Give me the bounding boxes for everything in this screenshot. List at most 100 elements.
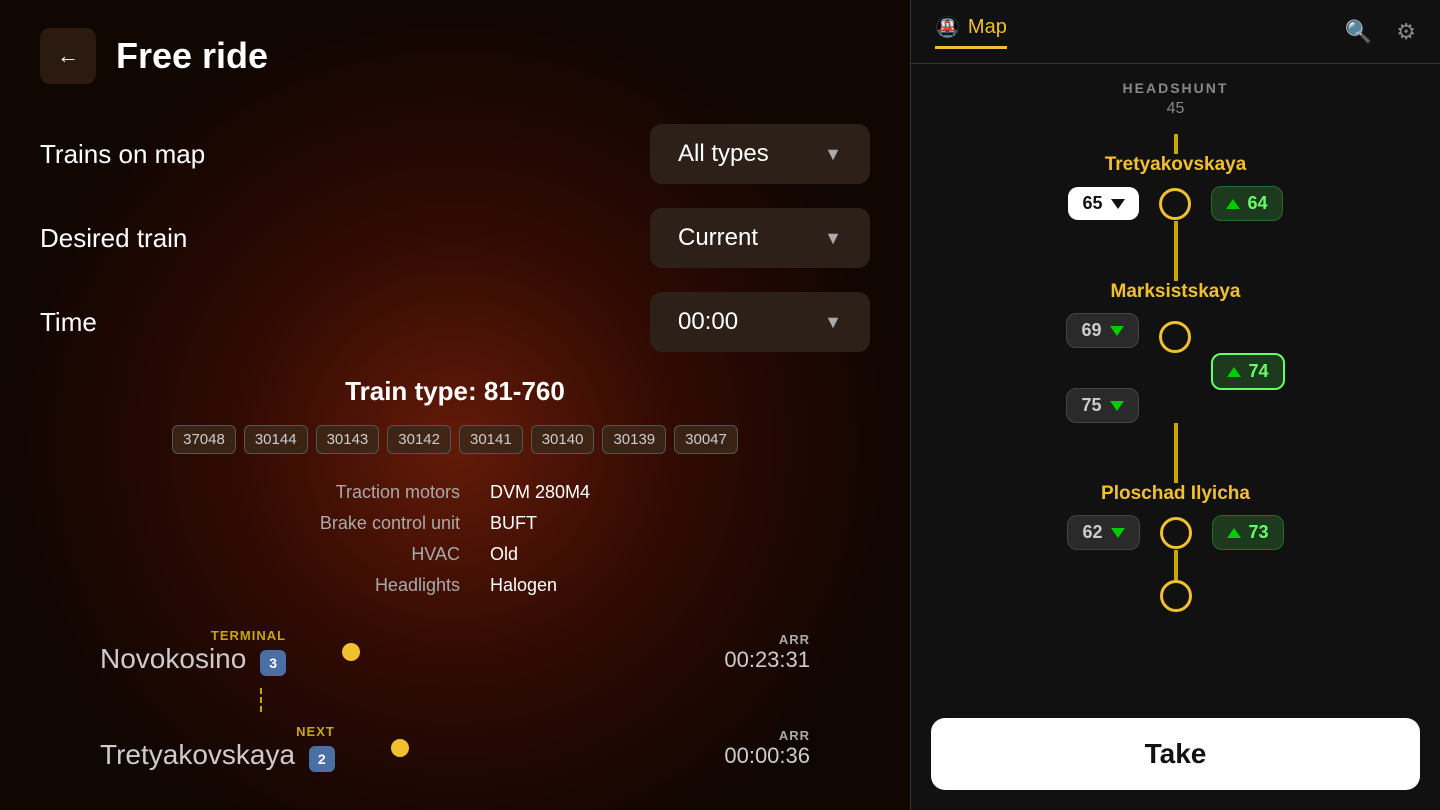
trains-on-map-dropdown[interactable]: All types ▼ <box>650 124 870 184</box>
left-chips-marksistskaya: 69 75 <box>1066 313 1138 423</box>
car-numbers-list: 37048 30144 30143 30142 30141 30140 3013… <box>40 425 870 454</box>
car-num-5: 30140 <box>531 425 595 454</box>
chip-69-num: 69 <box>1081 320 1101 341</box>
map-content: HEADSHUNT 45 Tretyakovskaya 65 64 <box>911 64 1440 718</box>
terminal-arr-col: ARR 00:23:31 <box>724 632 810 673</box>
spec-key-brake: Brake control unit <box>260 513 460 534</box>
spec-row-headlights: Headlights Halogen <box>40 575 870 596</box>
tab-map-label: Map <box>968 16 1007 39</box>
car-num-2: 30143 <box>316 425 380 454</box>
station-name-marksistskaya: Marksistskaya <box>1111 281 1241 303</box>
journey-terminal-label-col: TERMINAL Novokosino 3 <box>100 628 286 676</box>
spec-key-hvac: HVAC <box>260 544 460 565</box>
journey-terminal-station: Novokosino 3 <box>100 643 286 676</box>
chip-69-arrow-icon <box>1110 326 1124 336</box>
time-dropdown[interactable]: 00:00 ▼ <box>650 292 870 352</box>
station-circle-marksistskaya <box>1159 321 1191 353</box>
spec-val-hvac: Old <box>490 544 650 565</box>
nav-tabs: 🚇 Map <box>935 15 1007 49</box>
headshunt-num: 45 <box>911 100 1440 118</box>
gear-icon[interactable]: ⚙ <box>1396 19 1416 45</box>
spec-val-headlights: Halogen <box>490 575 650 596</box>
car-num-1: 30144 <box>244 425 308 454</box>
desired-train-value: Current <box>678 224 758 252</box>
spec-key-headlights: Headlights <box>260 575 460 596</box>
track-seg-1 <box>1174 221 1178 281</box>
left-panel: ← Free ride Trains on map All types ▼ De… <box>0 0 910 810</box>
next-arr-time: 00:00:36 <box>724 743 810 769</box>
car-num-3: 30142 <box>387 425 451 454</box>
station-circle-bottom <box>1160 580 1192 612</box>
terminal-dot <box>342 643 360 661</box>
tab-map[interactable]: 🚇 Map <box>935 15 1007 49</box>
dropdown-arrow-icon: ▼ <box>824 144 842 165</box>
chip-74-active[interactable]: 74 <box>1211 353 1285 390</box>
chip-75[interactable]: 75 <box>1066 388 1138 423</box>
page-title: Free ride <box>116 35 268 77</box>
spec-val-brake: BUFT <box>490 513 650 534</box>
next-arr-label: ARR <box>724 728 810 743</box>
chip-64-num: 64 <box>1248 193 1268 214</box>
chip-64-arrow-icon <box>1226 199 1240 209</box>
chip-69[interactable]: 69 <box>1066 313 1138 348</box>
chip-62-num: 62 <box>1082 522 1102 543</box>
journey-next-station: Tretyakovskaya 2 <box>100 739 335 772</box>
headshunt-label: HEADSHUNT <box>911 80 1440 96</box>
terminal-station-badge: 3 <box>260 650 286 676</box>
chip-65-num: 65 <box>1082 193 1102 214</box>
trains-on-map-value: All types <box>678 140 769 168</box>
chip-75-arrow-icon <box>1110 401 1124 411</box>
station-circle-ploschad <box>1160 517 1192 549</box>
chip-74-num: 74 <box>1249 361 1269 382</box>
track-seg-2 <box>1174 423 1178 483</box>
car-num-7: 30047 <box>674 425 738 454</box>
desired-train-dropdown[interactable]: Current ▼ <box>650 208 870 268</box>
time-dropdown-arrow-icon: ▼ <box>824 312 842 333</box>
journey-section: TERMINAL Novokosino 3 ARR 00:23:31 NEXT <box>40 628 870 772</box>
chip-65-arrow-icon <box>1111 199 1125 209</box>
terminal-arr-label: ARR <box>724 632 810 647</box>
terminal-arr-time: 00:23:31 <box>724 647 810 673</box>
track-bottom <box>1174 550 1178 580</box>
journey-terminal-row: TERMINAL Novokosino 3 ARR 00:23:31 <box>100 628 810 676</box>
station-circle-tretyakovskaya <box>1159 188 1191 220</box>
next-arr-col: ARR 00:00:36 <box>724 728 810 769</box>
journey-dashed-connector <box>260 688 262 712</box>
train-type-label: Train type: 81-760 <box>40 376 870 407</box>
car-num-0: 37048 <box>172 425 236 454</box>
back-button[interactable]: ← <box>40 28 96 84</box>
header: ← Free ride <box>40 28 870 84</box>
car-num-4: 30141 <box>459 425 523 454</box>
spec-row-hvac: HVAC Old <box>40 544 870 565</box>
time-value: 00:00 <box>678 308 738 336</box>
station-name-ploschad: Ploschad Ilyicha <box>1101 483 1250 505</box>
chip-73-arrow-icon <box>1227 528 1241 538</box>
spec-row-brake: Brake control unit BUFT <box>40 513 870 534</box>
chip-75-num: 75 <box>1081 395 1101 416</box>
trains-on-map-label: Trains on map <box>40 139 205 170</box>
spec-val-traction: DVM 280M4 <box>490 482 650 503</box>
trains-on-map-row: Trains on map All types ▼ <box>40 124 870 184</box>
time-row: Time 00:00 ▼ <box>40 292 870 352</box>
chip-73-num: 73 <box>1249 522 1269 543</box>
chip-62-arrow-icon <box>1111 528 1125 538</box>
search-icon[interactable]: 🔍 <box>1345 19 1372 45</box>
next-dot <box>391 739 409 757</box>
journey-terminal-tag: TERMINAL <box>100 628 286 643</box>
spec-table: Traction motors DVM 280M4 Brake control … <box>40 482 870 596</box>
desired-train-label: Desired train <box>40 223 187 254</box>
chip-65-active[interactable]: 65 <box>1068 187 1138 220</box>
desired-train-row: Desired train Current ▼ <box>40 208 870 268</box>
desired-dropdown-arrow-icon: ▼ <box>824 228 842 249</box>
map-icon: 🚇 <box>935 15 960 40</box>
chip-62[interactable]: 62 <box>1067 515 1139 550</box>
right-panel: 🚇 Map 🔍 ⚙ HEADSHUNT 45 Tretyakovskaya 65 <box>910 0 1440 810</box>
station-name-tretyakovskaya: Tretyakovskaya <box>1105 154 1247 176</box>
journey-next-tag: NEXT <box>100 724 335 739</box>
chip-73[interactable]: 73 <box>1212 515 1284 550</box>
chip-64[interactable]: 64 <box>1211 186 1283 221</box>
spec-row-traction: Traction motors DVM 280M4 <box>40 482 870 503</box>
take-button[interactable]: Take <box>931 718 1420 790</box>
chip-74-arrow-icon <box>1227 367 1241 377</box>
next-station-badge: 2 <box>309 746 335 772</box>
